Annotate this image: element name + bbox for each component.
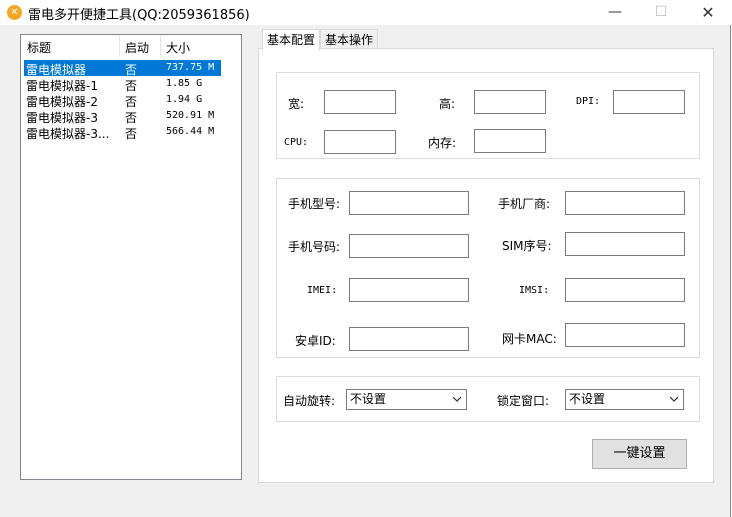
manufacturer-input[interactable] (565, 191, 685, 215)
width-label: 宽: (288, 97, 305, 111)
list-item[interactable]: 雷电模拟器-3... 否 566.44 M (24, 124, 221, 141)
lock-window-label: 锁定窗口: (497, 394, 550, 408)
tab-basic-operations[interactable]: 基本操作 (320, 29, 378, 49)
list-item[interactable]: 雷电模拟器 否 737.75 M (24, 60, 221, 77)
column-divider[interactable] (160, 35, 161, 57)
height-label: 高: (439, 97, 456, 111)
cpu-label: CPU: (284, 137, 309, 148)
column-divider[interactable] (119, 35, 120, 57)
manufacturer-label: 手机厂商: (498, 197, 551, 211)
chevron-down-icon (453, 396, 461, 402)
item-size: 520.91 M (166, 110, 215, 121)
mac-address-label: 网卡MAC: (502, 332, 557, 346)
sim-serial-label: SIM序号: (502, 239, 552, 253)
chevron-down-icon (670, 396, 678, 402)
item-size: 1.85 G (166, 78, 203, 89)
minimize-button[interactable]: — (592, 0, 638, 25)
list-item[interactable]: 雷电模拟器-3 否 520.91 M (24, 108, 221, 125)
height-input[interactable] (474, 90, 546, 114)
auto-rotate-label: 自动旋转: (283, 394, 336, 408)
imsi-label: IMSI: (519, 285, 550, 296)
mac-address-input[interactable] (565, 323, 685, 347)
title-bar: ✕ 雷电多开便捷工具(QQ:2059361856) — ☐ ✕ (0, 0, 731, 25)
phone-model-input[interactable] (349, 191, 469, 215)
cpu-input[interactable] (324, 130, 396, 154)
list-item[interactable]: 雷电模拟器-1 否 1.85 G (24, 76, 221, 93)
column-header-started[interactable]: 启动 (125, 39, 149, 56)
memory-input[interactable] (474, 129, 546, 153)
sim-serial-input[interactable] (565, 232, 685, 256)
item-size: 566.44 M (166, 126, 215, 137)
dpi-label: DPI: (576, 96, 601, 107)
list-header: 标题 启动 大小 (21, 35, 241, 57)
android-id-input[interactable] (349, 327, 469, 351)
imei-input[interactable] (349, 278, 469, 302)
auto-rotate-value: 不设置 (350, 392, 387, 406)
width-input[interactable] (324, 90, 396, 114)
memory-label: 内存: (428, 136, 457, 150)
lock-window-select[interactable]: 不设置 (565, 389, 684, 410)
phone-number-label: 手机号码: (288, 240, 341, 254)
auto-rotate-select[interactable]: 不设置 (346, 389, 467, 410)
column-header-size[interactable]: 大小 (166, 39, 190, 56)
apply-settings-button[interactable]: 一键设置 (592, 439, 687, 469)
item-size: 737.75 M (166, 62, 215, 73)
emulator-list[interactable]: 标题 启动 大小 雷电模拟器 否 737.75 M 雷电模拟器-1 否 1.85… (20, 34, 242, 480)
maximize-button[interactable]: ☐ (638, 0, 684, 25)
phone-number-input[interactable] (349, 234, 469, 258)
item-started: 否 (125, 127, 138, 141)
android-id-label: 安卓ID: (295, 334, 336, 348)
tab-basic-config[interactable]: 基本配置 (262, 29, 320, 51)
imei-label: IMEI: (307, 285, 338, 296)
phone-model-label: 手机型号: (288, 197, 341, 211)
app-logo-icon: ✕ (7, 5, 22, 20)
column-header-title[interactable]: 标题 (27, 39, 51, 56)
close-button[interactable]: ✕ (685, 0, 731, 25)
dpi-input[interactable] (613, 90, 685, 114)
item-title: 雷电模拟器-3... (26, 127, 110, 141)
imsi-input[interactable] (565, 278, 685, 302)
list-item[interactable]: 雷电模拟器-2 否 1.94 G (24, 92, 221, 109)
item-size: 1.94 G (166, 94, 203, 105)
app-window: ✕ 雷电多开便捷工具(QQ:2059361856) — ☐ ✕ 标题 启动 大小… (0, 0, 731, 517)
window-title: 雷电多开便捷工具(QQ:2059361856) (28, 8, 250, 23)
lock-window-value: 不设置 (569, 392, 606, 406)
